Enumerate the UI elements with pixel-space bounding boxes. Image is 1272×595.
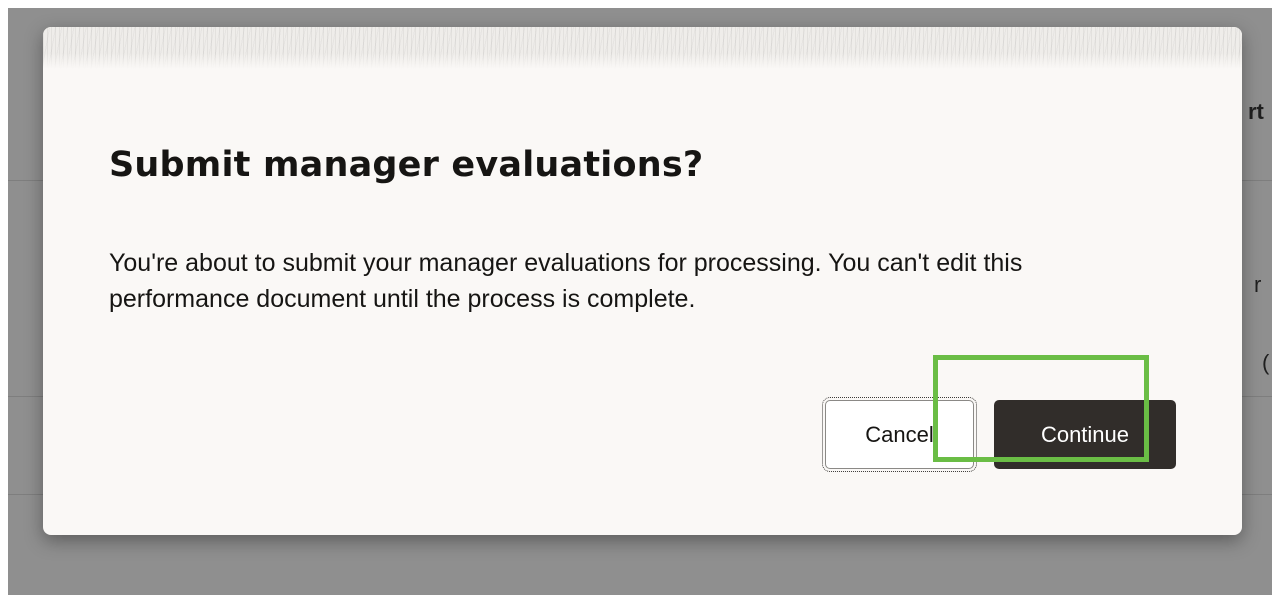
- background-text-fragment: rt: [1248, 99, 1264, 124]
- dialog-header-pattern: [43, 27, 1242, 69]
- continue-button[interactable]: Continue: [994, 400, 1176, 469]
- dialog-title: Submit manager evaluations?: [109, 145, 704, 185]
- submit-confirmation-dialog: Submit manager evaluations? You're about…: [43, 27, 1242, 535]
- cancel-button[interactable]: Cancel: [822, 397, 977, 472]
- background-text-fragment: (: [1262, 350, 1270, 375]
- dialog-message: You're about to submit your manager eval…: [109, 249, 1023, 313]
- background-text-fragment: r: [1254, 272, 1262, 297]
